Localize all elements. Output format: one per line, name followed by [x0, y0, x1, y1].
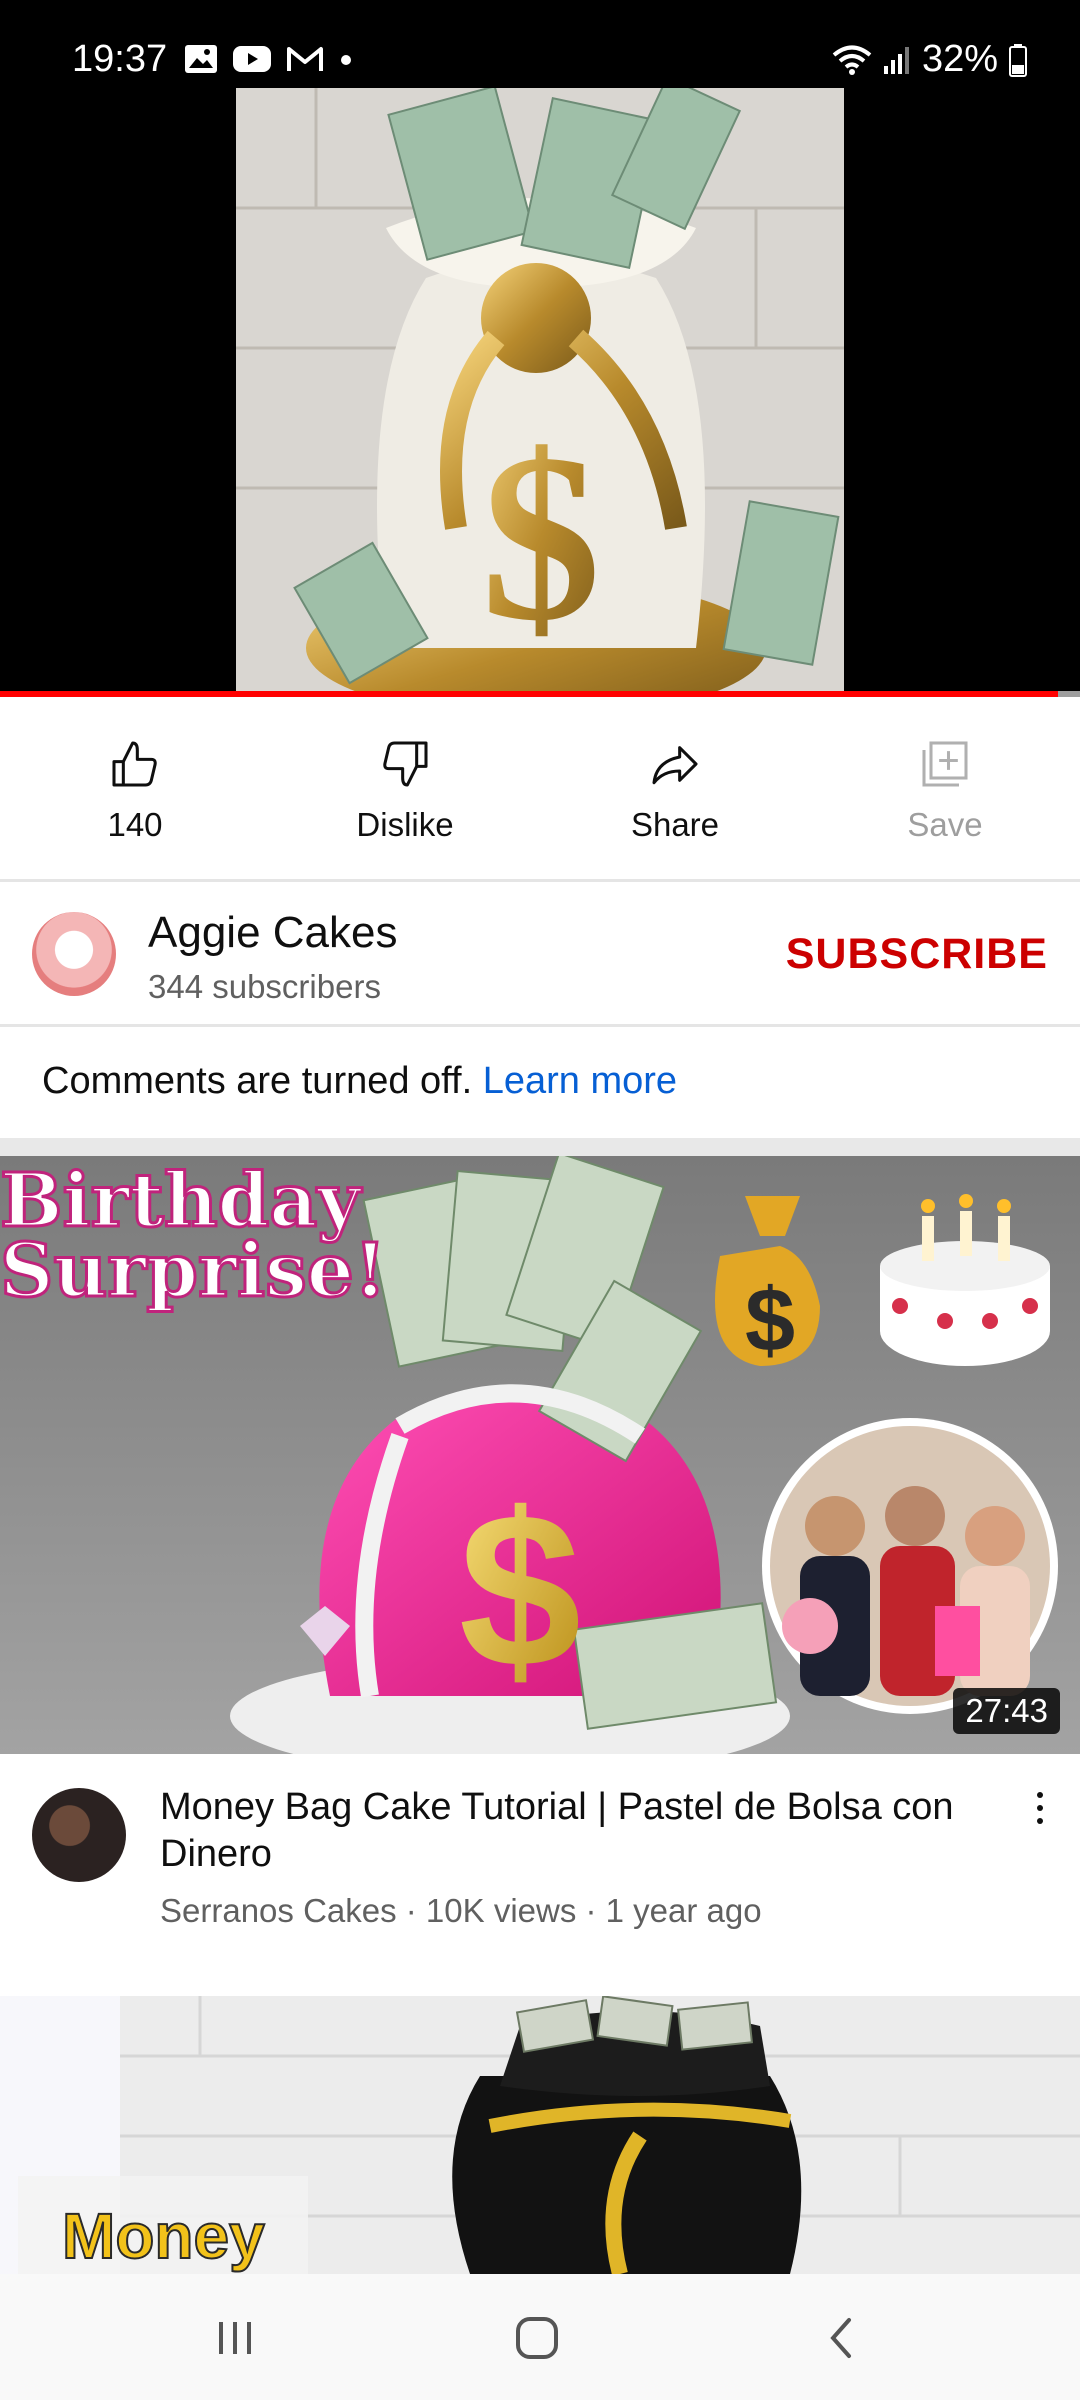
save-button[interactable]: Save: [810, 700, 1080, 880]
home-icon: [516, 2317, 558, 2359]
status-bar: 19:37 32%: [0, 0, 1080, 88]
dislike-button[interactable]: Dislike: [270, 700, 540, 880]
video-actions: 140 Dislike Share Save: [0, 700, 1080, 880]
back-icon: [830, 2318, 851, 2358]
family-photo: [782, 1486, 1030, 1696]
back-button[interactable]: [806, 2310, 876, 2366]
video-player[interactable]: $: [0, 88, 1080, 693]
share-label: Share: [630, 806, 720, 843]
home-button[interactable]: [502, 2310, 572, 2366]
learn-more-link[interactable]: Learn more: [483, 1060, 677, 1102]
youtube-icon: [233, 46, 271, 72]
recent-apps-icon: [219, 2322, 251, 2354]
thumbnail-image: $ Birthday Surprise! $: [0, 1156, 1080, 1754]
svg-text:$: $: [745, 1271, 795, 1371]
video-duration: 27:43: [953, 1688, 1060, 1734]
video-frame[interactable]: $: [236, 88, 844, 693]
money-bag-cake-image: $: [236, 88, 844, 693]
video-subtitle: Serranos Cakes · 10K views · 1 year ago: [160, 1892, 762, 1929]
thumbs-down-icon: [383, 741, 428, 787]
wifi-icon: [832, 45, 872, 75]
notification-icons: [184, 44, 354, 74]
channel-avatar[interactable]: [32, 912, 116, 996]
subscribe-button[interactable]: SUBSCRIBE: [786, 930, 1048, 979]
comments-section: Comments are turned off. Learn more: [0, 1026, 1080, 1138]
svg-text:$: $: [481, 404, 601, 670]
battery-icon: [1009, 43, 1027, 77]
thumbs-up-icon: [112, 741, 157, 787]
channel-name[interactable]: Aggie Cakes: [148, 908, 397, 958]
progress-fill[interactable]: [0, 691, 1059, 697]
thumbnail-title-line2: Surprise!: [0, 1228, 386, 1314]
status-time: 19:37: [72, 38, 168, 80]
video-thumbnail[interactable]: Money: [0, 1996, 1080, 2274]
thumbnail-image: Money: [0, 1996, 1080, 2274]
section-separator: [0, 1138, 1080, 1156]
battery-percent: 32%: [921, 38, 998, 80]
save-to-playlist-icon: [922, 741, 968, 787]
gallery-icon: [185, 45, 217, 73]
comments-status: Comments are turned off. Learn more: [42, 1060, 677, 1103]
more-options-icon[interactable]: [1024, 1788, 1056, 1852]
recent-apps-button[interactable]: [200, 2310, 270, 2366]
signal-icon: [883, 46, 909, 74]
video-meta[interactable]: Money Bag Cake Tutorial | Pastel de Bols…: [0, 1754, 1080, 1994]
gmail-icon: [287, 47, 323, 71]
video-title[interactable]: Money Bag Cake Tutorial | Pastel de Bols…: [160, 1784, 1000, 1878]
channel-avatar[interactable]: [32, 1788, 126, 1882]
system-navigation-bar: [0, 2274, 1080, 2400]
like-count: 140: [107, 806, 163, 843]
save-label: Save: [907, 806, 983, 843]
system-status: 32%: [832, 38, 1028, 81]
svg-text:$: $: [459, 1467, 581, 1713]
thumbnail-title: Money: [62, 2200, 265, 2272]
share-button[interactable]: Share: [540, 700, 810, 880]
video-thumbnail[interactable]: $ Birthday Surprise! $ 27:43: [0, 1156, 1080, 1754]
like-button[interactable]: 140: [0, 700, 270, 880]
dislike-label: Dislike: [356, 806, 454, 843]
channel-row[interactable]: Aggie Cakes 344 subscribers SUBSCRIBE: [0, 882, 1080, 1024]
dot-icon: [341, 55, 351, 65]
subscriber-count: 344 subscribers: [148, 968, 381, 1005]
share-icon: [652, 746, 698, 785]
comments-off-text: Comments are turned off.: [42, 1060, 473, 1102]
